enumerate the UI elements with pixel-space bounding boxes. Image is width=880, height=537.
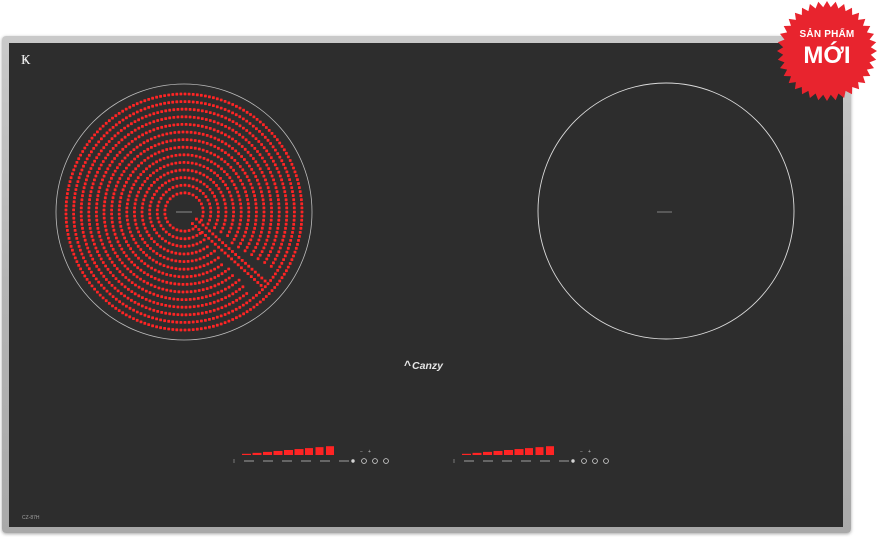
model-code: CZ-87H [22, 515, 40, 521]
new-product-badge: SẢN PHẨM MỚI [776, 0, 878, 102]
power-level-bar [535, 447, 544, 455]
brand-k-mark-icon: Ҝ [21, 52, 31, 68]
badge-line2: MỚI [803, 42, 851, 69]
right-zone-outline [537, 82, 795, 340]
power-level-bar [483, 451, 492, 455]
badge-line1: SẢN PHẨM [799, 29, 855, 40]
power-level-bar [504, 450, 513, 455]
power-level-bar [273, 450, 283, 455]
power-level-bar [242, 453, 251, 455]
power-level-bar [305, 448, 313, 455]
heating-coil [64, 92, 304, 332]
lock-icon[interactable] [581, 458, 587, 464]
right-induction-zone [537, 82, 795, 340]
cooktop-surface: − + − + [55, 82, 795, 464]
power-level-bar [263, 451, 272, 455]
power-icon[interactable] [603, 458, 609, 464]
power-level-bar [315, 447, 324, 455]
left-control-panel[interactable]: − + [233, 446, 389, 464]
timer-icon[interactable] [351, 459, 355, 463]
minus-icon[interactable]: − [580, 449, 583, 455]
minus-icon[interactable]: − [360, 449, 363, 455]
caret-icon: ^ [404, 358, 412, 372]
brand-logo-text: Canzy [412, 360, 443, 372]
power-level-bar [462, 453, 471, 455]
left-radiant-zone [55, 83, 313, 341]
power-level-bar [514, 449, 524, 455]
lock-icon[interactable] [361, 458, 367, 464]
power-icon[interactable] [383, 458, 389, 464]
power-level-bar [493, 450, 503, 455]
power-level-bar [284, 450, 293, 455]
boost-icon[interactable] [592, 458, 598, 464]
power-level-bar [252, 452, 262, 455]
plus-icon[interactable]: + [588, 449, 591, 455]
power-level-bar [546, 446, 554, 455]
power-level-bar [525, 448, 533, 455]
power-level-bar [472, 452, 482, 455]
power-level-bar [326, 446, 334, 455]
timer-icon[interactable] [571, 459, 575, 463]
boost-icon[interactable] [372, 458, 378, 464]
plus-icon[interactable]: + [368, 449, 371, 455]
power-level-bar [294, 449, 304, 455]
right-control-panel[interactable]: − + [453, 446, 609, 464]
brand-logo: ^Canzy [404, 357, 443, 373]
